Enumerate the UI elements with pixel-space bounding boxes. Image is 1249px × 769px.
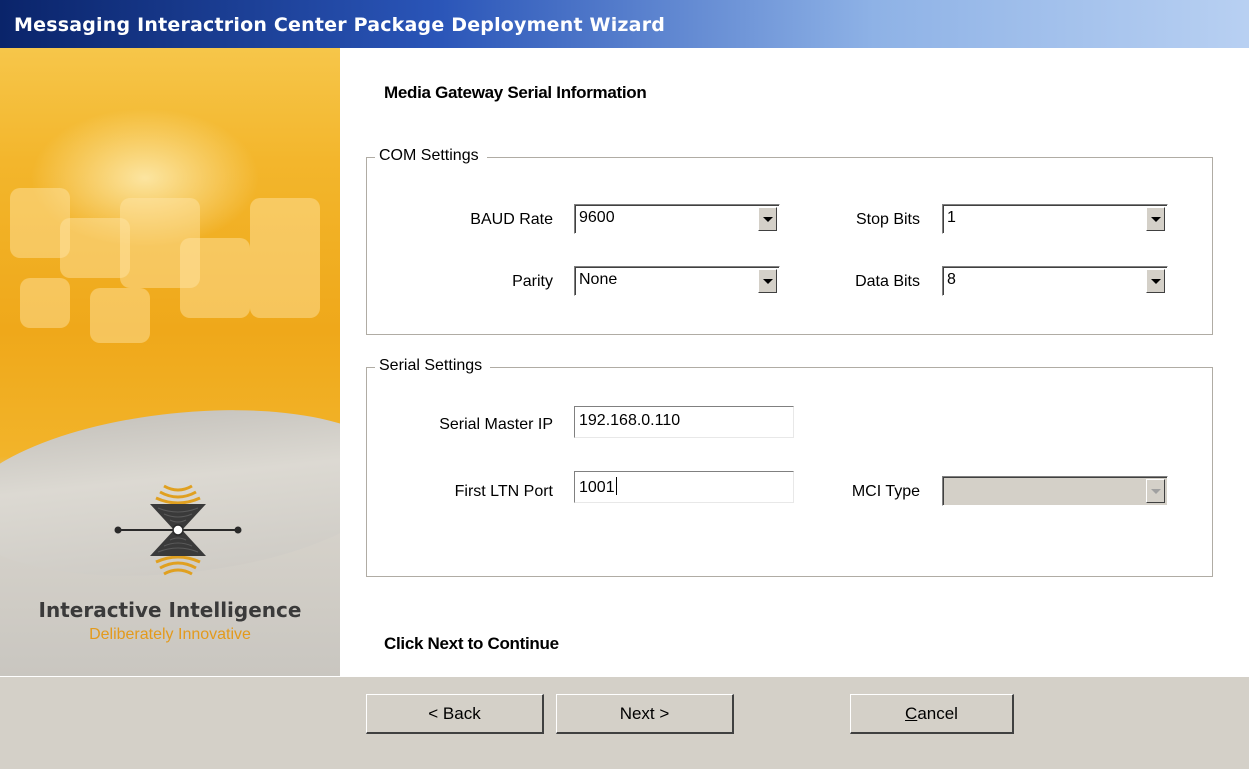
- first-ltn-port-input[interactable]: 1001: [574, 471, 794, 503]
- serial-master-ip-value: 192.168.0.110: [579, 412, 681, 429]
- baud-rate-label: BAUD Rate: [470, 211, 553, 228]
- wizard-banner: Interactive Intelligence Deliberately In…: [0, 48, 340, 676]
- mci-type-select[interactable]: [942, 476, 1168, 506]
- baud-rate-select[interactable]: 9600: [574, 204, 780, 234]
- data-bits-select[interactable]: 8: [942, 266, 1168, 296]
- com-settings-group: COM Settings: [366, 147, 1213, 335]
- dropdown-button[interactable]: [758, 269, 777, 293]
- window-title: Messaging Interactrion Center Package De…: [14, 14, 666, 36]
- com-settings-legend: COM Settings: [375, 147, 487, 165]
- next-button[interactable]: Next >: [556, 694, 734, 734]
- chevron-down-icon: [763, 279, 773, 284]
- first-ltn-port-text: 1001: [579, 477, 617, 497]
- stop-bits-label: Stop Bits: [855, 211, 920, 228]
- parity-select[interactable]: None: [574, 266, 780, 296]
- banner-square: [180, 238, 250, 318]
- serial-master-ip-input[interactable]: 192.168.0.110: [574, 406, 794, 438]
- page-title: Media Gateway Serial Information: [384, 83, 647, 102]
- data-bits-label: Data Bits: [855, 273, 920, 290]
- dropdown-button[interactable]: [1146, 207, 1165, 231]
- stop-bits-value: 1: [947, 209, 956, 226]
- chevron-down-icon: [1151, 279, 1161, 284]
- chevron-down-icon: [763, 217, 773, 222]
- banner-square: [250, 198, 320, 318]
- first-ltn-port-label: First LTN Port: [454, 483, 553, 500]
- baud-rate-value: 9600: [579, 209, 615, 226]
- cancel-accelerator: C: [905, 704, 918, 723]
- cancel-label-rest: ancel: [917, 704, 958, 723]
- text-cursor: [615, 477, 617, 495]
- interactive-intelligence-logo-icon: [114, 484, 242, 576]
- data-bits-value: 8: [947, 271, 956, 288]
- wizard-content: Media Gateway Serial Information COM Set…: [340, 48, 1249, 676]
- cancel-button[interactable]: Cancel: [850, 694, 1014, 734]
- parity-value: None: [579, 271, 618, 288]
- serial-settings-legend: Serial Settings: [375, 357, 491, 375]
- back-button[interactable]: < Back: [366, 694, 544, 734]
- chevron-down-icon: [1151, 489, 1161, 494]
- button-bar: < Back Next > Cancel: [0, 676, 1249, 769]
- first-ltn-port-value: 1001: [579, 479, 615, 496]
- chevron-down-icon: [1151, 217, 1161, 222]
- brand-tagline: Deliberately Innovative: [89, 626, 251, 643]
- stop-bits-select[interactable]: 1: [942, 204, 1168, 234]
- serial-master-ip-label: Serial Master IP: [439, 416, 553, 433]
- dropdown-button[interactable]: [1146, 479, 1165, 503]
- mci-type-label: MCI Type: [851, 483, 920, 500]
- banner-square: [20, 278, 70, 328]
- title-bar[interactable]: Messaging Interactrion Center Package De…: [0, 0, 1249, 48]
- parity-label: Parity: [512, 273, 553, 290]
- dropdown-button[interactable]: [1146, 269, 1165, 293]
- dropdown-button[interactable]: [758, 207, 777, 231]
- brand-name: Interactive Intelligence: [38, 598, 302, 622]
- continue-instruction: Click Next to Continue: [384, 634, 559, 653]
- banner-square: [90, 288, 150, 343]
